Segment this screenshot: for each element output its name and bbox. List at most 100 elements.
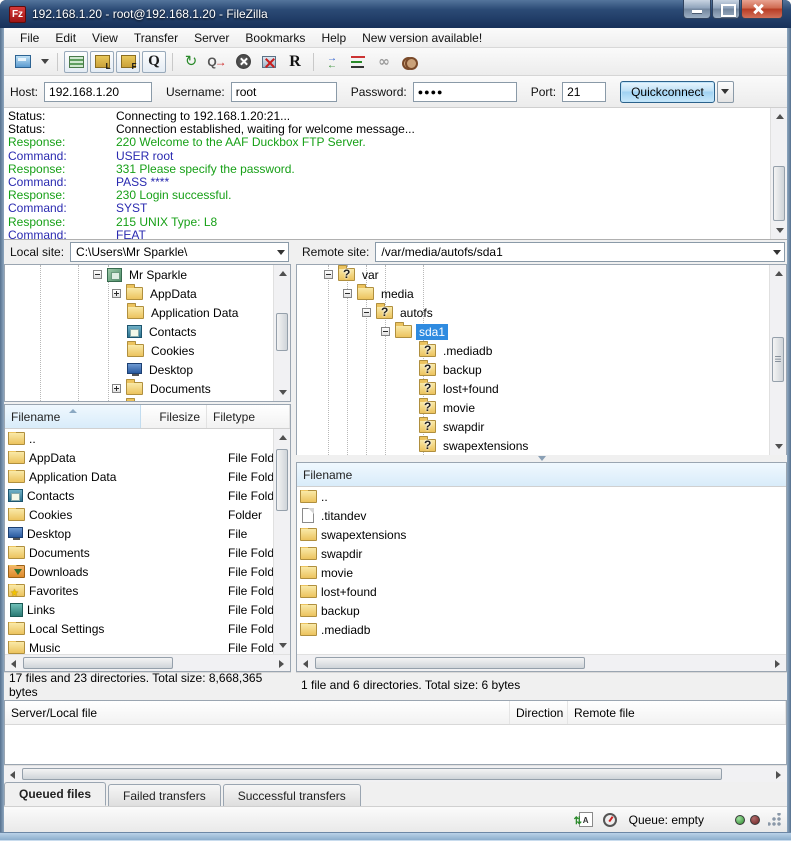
- tab-successful-transfers[interactable]: Successful transfers: [223, 784, 361, 806]
- tree-item[interactable]: autofs: [297, 303, 786, 322]
- directory-comparison-icon[interactable]: →←: [320, 51, 344, 73]
- column-header-direction[interactable]: Direction: [510, 701, 568, 724]
- tree-item[interactable]: media: [297, 284, 786, 303]
- file-row[interactable]: AppDataFile Folder: [5, 448, 290, 467]
- cancel-operation-icon[interactable]: [231, 51, 255, 73]
- tab-failed-transfers[interactable]: Failed transfers: [108, 784, 221, 806]
- local-site-combo[interactable]: C:\Users\Mr Sparkle\: [70, 242, 289, 262]
- file-row[interactable]: lost+found: [297, 582, 786, 601]
- site-manager-icon[interactable]: [11, 51, 35, 73]
- tab-queued-files[interactable]: Queued files: [4, 782, 106, 806]
- tree-item[interactable]: backup: [297, 360, 786, 379]
- tree-item[interactable]: Desktop: [5, 360, 290, 379]
- expand-icon[interactable]: [112, 289, 121, 298]
- local-list-scrollbar[interactable]: [273, 429, 290, 654]
- file-row[interactable]: DocumentsFile Folder: [5, 543, 290, 562]
- file-row[interactable]: ..: [5, 429, 290, 448]
- tree-item[interactable]: Contacts: [5, 322, 290, 341]
- username-input[interactable]: [231, 82, 337, 102]
- expand-icon[interactable]: [112, 384, 121, 393]
- file-row[interactable]: ..: [297, 487, 786, 506]
- remote-file-list[interactable]: Filename .. .titandev swapextensions swa…: [296, 462, 787, 672]
- file-row[interactable]: swapdir: [297, 544, 786, 563]
- tree-item[interactable]: swapextensions: [297, 436, 786, 455]
- transfer-queue[interactable]: Server/Local file Direction Remote file: [4, 700, 787, 765]
- toggle-remote-tree-icon[interactable]: [116, 51, 140, 73]
- toggle-message-log-icon[interactable]: [64, 51, 88, 73]
- minimize-button[interactable]: [683, 0, 711, 19]
- local-tree[interactable]: Mr Sparkle AppData Application Data Cont…: [4, 264, 291, 402]
- transfer-type-icon[interactable]: A: [579, 812, 593, 827]
- local-list-hscrollbar[interactable]: [5, 654, 290, 671]
- log-scrollbar[interactable]: [770, 108, 787, 239]
- queue-hscrollbar[interactable]: [4, 765, 787, 782]
- message-log[interactable]: Status:Connecting to 192.168.1.20:21... …: [4, 108, 787, 240]
- collapse-icon[interactable]: [381, 327, 390, 336]
- file-row[interactable]: CookiesFolder: [5, 505, 290, 524]
- pane-splitter[interactable]: [296, 455, 787, 462]
- process-queue-icon[interactable]: Q: [205, 51, 229, 73]
- menu-new-version[interactable]: New version available!: [354, 29, 490, 47]
- local-tree-scrollbar[interactable]: [273, 265, 290, 401]
- tree-item[interactable]: sda1: [297, 322, 786, 341]
- host-input[interactable]: [44, 82, 152, 102]
- menu-help[interactable]: Help: [313, 29, 354, 47]
- tree-item[interactable]: AppData: [5, 284, 290, 303]
- site-manager-dropdown-icon[interactable]: [37, 51, 51, 73]
- tree-item[interactable]: Documents: [5, 379, 290, 398]
- tree-item[interactable]: Cookies: [5, 341, 290, 360]
- file-row[interactable]: Application DataFile Folder: [5, 467, 290, 486]
- menu-file[interactable]: File: [12, 29, 47, 47]
- refresh-icon[interactable]: ↻: [179, 51, 203, 73]
- column-header-filename[interactable]: Filename: [5, 405, 141, 428]
- file-row[interactable]: Local SettingsFile Folder: [5, 619, 290, 638]
- file-row[interactable]: .mediadb: [297, 620, 786, 639]
- tree-item[interactable]: swapdir: [297, 417, 786, 436]
- file-row[interactable]: FavoritesFile Folder: [5, 581, 290, 600]
- tree-item[interactable]: Mr Sparkle: [5, 265, 290, 284]
- find-files-icon[interactable]: [398, 51, 422, 73]
- file-row[interactable]: ContactsFile Folder: [5, 486, 290, 505]
- file-filters-icon[interactable]: [346, 51, 370, 73]
- column-header-server-local-file[interactable]: Server/Local file: [5, 701, 510, 724]
- synchronized-browsing-icon[interactable]: ∞: [372, 51, 396, 73]
- collapse-icon[interactable]: [93, 270, 102, 279]
- tree-item[interactable]: Downloads: [5, 398, 290, 402]
- collapse-icon[interactable]: [343, 289, 352, 298]
- resize-grip[interactable]: [768, 813, 781, 826]
- menu-bookmarks[interactable]: Bookmarks: [237, 29, 313, 47]
- file-row[interactable]: backup: [297, 601, 786, 620]
- toggle-queue-icon[interactable]: Q: [142, 51, 166, 73]
- local-file-list[interactable]: Filename Filesize Filetype .. AppDataFil…: [4, 404, 291, 672]
- file-row[interactable]: .titandev: [297, 506, 786, 525]
- remote-tree-scrollbar[interactable]: ☰: [769, 265, 786, 455]
- column-header-remote-file[interactable]: Remote file: [568, 701, 786, 724]
- tree-item[interactable]: movie: [297, 398, 786, 417]
- quickconnect-dropdown-icon[interactable]: [717, 81, 734, 103]
- toggle-local-tree-icon[interactable]: [90, 51, 114, 73]
- combo-dropdown-icon[interactable]: [273, 243, 288, 261]
- collapse-icon[interactable]: [362, 308, 371, 317]
- file-row[interactable]: DesktopFile: [5, 524, 290, 543]
- remote-tree[interactable]: var media autofs sda1 .mediadb backup lo…: [296, 264, 787, 455]
- tree-item[interactable]: var: [297, 265, 786, 284]
- file-row[interactable]: LinksFile Folder: [5, 600, 290, 619]
- column-header-filesize[interactable]: Filesize: [141, 405, 207, 428]
- file-row[interactable]: movie: [297, 563, 786, 582]
- disconnect-icon[interactable]: [257, 51, 281, 73]
- file-row[interactable]: DownloadsFile Folder: [5, 562, 290, 581]
- tree-item[interactable]: .mediadb: [297, 341, 786, 360]
- speed-limits-icon[interactable]: [603, 813, 617, 827]
- port-input[interactable]: [562, 82, 606, 102]
- reconnect-icon[interactable]: R: [283, 51, 307, 73]
- tree-item[interactable]: lost+found: [297, 379, 786, 398]
- combo-dropdown-icon[interactable]: [769, 243, 784, 261]
- remote-site-combo[interactable]: /var/media/autofs/sda1: [375, 242, 785, 262]
- file-row[interactable]: swapextensions: [297, 525, 786, 544]
- quickconnect-button[interactable]: Quickconnect: [620, 81, 715, 103]
- column-header-filetype[interactable]: Filetype: [207, 405, 290, 428]
- menu-server[interactable]: Server: [186, 29, 237, 47]
- column-header-filename[interactable]: Filename: [297, 463, 786, 486]
- close-button[interactable]: [741, 0, 783, 19]
- menu-view[interactable]: View: [84, 29, 126, 47]
